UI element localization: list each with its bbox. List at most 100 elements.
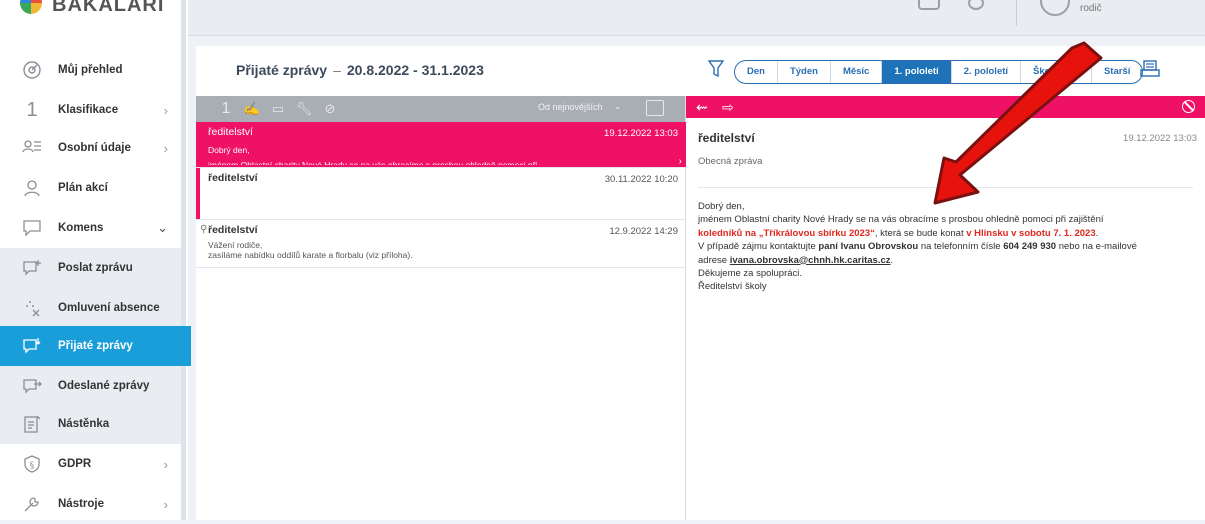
detail-date: 19.12.2022 13:03: [1123, 133, 1197, 144]
sidebar-item-odeslane-zpravy[interactable]: Odeslané zprávy: [0, 366, 186, 406]
message-preview: Vážení rodiče, zasíláme nabídku oddílů k…: [208, 240, 413, 260]
events-plan-icon: [20, 177, 44, 199]
preview-line: Vážení rodiče,: [208, 240, 263, 250]
period-den[interactable]: Den: [735, 61, 778, 83]
block-icon[interactable]: [1182, 100, 1195, 113]
body-text: na telefonním čísle: [918, 241, 1004, 253]
body-text: V případě zájmu kontaktujte: [698, 241, 819, 253]
date-range: 20.8.2022 - 31.1.2023: [346, 62, 484, 78]
preview-line: zasíláme nabídku oddílů karate a florbal…: [208, 250, 413, 260]
chevron-right-icon: ›: [163, 456, 168, 472]
period-skolni-rok[interactable]: Školní rok: [1021, 61, 1092, 83]
settings-icon[interactable]: [968, 0, 984, 10]
message-detail-pane: ⇜ ⇨ ředitelství 19.12.2022 13:03 Obecná …: [686, 96, 1205, 520]
chevron-right-icon: ›: [678, 156, 682, 167]
sidebar-item-label: Poslat zprávu: [58, 262, 133, 274]
period-mesic[interactable]: Měsíc: [831, 61, 883, 83]
message-date: 19.12.2022 13:03: [604, 128, 678, 139]
message-preview: Dobrý den, jménem Oblastní charity Nové …: [208, 142, 537, 165]
body-line: jménem Oblastní charity Nové Hrady se na…: [698, 214, 1104, 226]
email-link[interactable]: ivana.obrovska@chnh.hk.caritas.cz: [730, 255, 891, 266]
sidebar-item-label: GDPR: [58, 458, 92, 470]
sidebar-item-poslat-zpravu[interactable]: Poslat zprávu: [0, 248, 186, 288]
forward-icon[interactable]: ⇨: [722, 99, 734, 116]
noticeboard-icon: [20, 413, 44, 435]
divider: [1016, 0, 1017, 26]
attachment-icon: ⚲: [200, 224, 208, 235]
comment-icon[interactable]: ▭: [270, 101, 286, 117]
period-starsi[interactable]: Starší: [1092, 61, 1142, 83]
period-1-pololeti[interactable]: 1. pololetí: [882, 61, 952, 83]
chevron-right-icon: ›: [163, 102, 168, 118]
messages-card: Přijaté zprávy –20.8.2022 - 31.1.2023 Den…: [196, 46, 1205, 520]
detail-sender: ředitelství: [698, 131, 755, 145]
period-selector: Den Týden Měsíc 1. pololetí 2. pololetí …: [734, 60, 1144, 84]
sidebar-item-label: Přijaté zprávy: [58, 340, 133, 352]
reply-icon[interactable]: ⇜: [696, 99, 708, 116]
preview-line: Dobrý den,: [208, 145, 250, 155]
detail-toolbar: ⇜ ⇨: [686, 96, 1205, 118]
sort-select[interactable]: Od nejnovějších: [538, 102, 603, 112]
highlight-text: v Hlinsku v sobotu 7. 1. 2023: [966, 227, 1096, 239]
period-tyden[interactable]: Týden: [778, 61, 831, 83]
filter-icon[interactable]: [708, 60, 724, 78]
priority-icon[interactable]: 1: [218, 100, 234, 117]
sidebar-item-label: Osobní údaje: [58, 142, 131, 154]
chevron-down-icon: ⌄: [157, 220, 168, 235]
sidebar-item-plan-akci[interactable]: Plán akcí: [0, 168, 186, 208]
sidebar-item-komens[interactable]: Komens ⌄: [0, 208, 186, 248]
brand-logo[interactable]: BAKALÁŘI: [0, 0, 188, 24]
dashboard-icon: [20, 59, 44, 81]
signature-icon[interactable]: ✍: [244, 101, 260, 117]
message-date: 12.9.2022 14:29: [609, 226, 678, 237]
highlight-text: koledníků na „Tříkrálovou sbírku 2023“: [698, 227, 875, 239]
body-text: .: [1095, 227, 1099, 239]
sidebar-item-klasifikace[interactable]: 1 Klasifikace ›: [0, 90, 186, 130]
message-body: Dobrý den, jménem Oblastní charity Nové …: [698, 200, 1198, 294]
received-messages-icon: [20, 335, 44, 357]
avatar[interactable]: [1040, 0, 1070, 16]
page-title: Přijaté zprávy –20.8.2022 - 31.1.2023: [236, 62, 484, 78]
period-2-pololeti[interactable]: 2. pololetí: [952, 61, 1022, 83]
contact-name: paní Ivanu Obrovskou: [818, 241, 919, 253]
absence-excuse-icon: [20, 297, 44, 319]
chevron-down-icon[interactable]: ⌄: [614, 101, 622, 112]
print-icon[interactable]: [1140, 60, 1160, 78]
sidebar-item-osobni-udaje[interactable]: Osobní údaje ›: [0, 128, 186, 168]
sidebar-item-prijate-zpravy[interactable]: Přijaté zprávy: [0, 326, 191, 366]
body-line: Děkujeme za spolupráci.: [698, 268, 803, 280]
sidebar-item-label: Nástěnka: [58, 418, 110, 430]
sidebar-item-label: Plán akcí: [58, 182, 108, 194]
sent-messages-icon: [20, 375, 44, 397]
gdpr-icon: §: [20, 453, 44, 475]
message-date: 30.11.2022 10:20: [604, 174, 678, 185]
komens-icon: [20, 217, 44, 239]
body-line: koledníků na „Tříkrálovou sbírku 2023“, …: [698, 227, 1198, 240]
sidebar-item-nastroje[interactable]: Nástroje ›: [0, 484, 186, 524]
body-line: adrese ivana.obrovska@chnh.hk.caritas.cz…: [698, 254, 1198, 267]
send-message-icon: [20, 257, 44, 279]
list-toolbar: 1 ✍ ▭ 🔧︎ ⊘ Od nejnovějších ⌄: [196, 96, 685, 122]
sidebar-item-omluveni-absence[interactable]: Omluvení absence: [0, 288, 186, 328]
sidebar-item-gdpr[interactable]: § GDPR ›: [0, 444, 186, 484]
sidebar-item-label: Klasifikace: [58, 104, 119, 116]
tools-icon: [20, 493, 44, 515]
body-line: Dobrý den,: [698, 201, 745, 212]
sidebar-item-nastenka[interactable]: Nástěnka: [0, 404, 186, 444]
mark-read-icon[interactable]: [646, 100, 664, 116]
message-list-pane: 1 ✍ ▭ 🔧︎ ⊘ Od nejnovějších ⌄ ředitelství…: [196, 96, 686, 520]
user-role: rodič: [1080, 3, 1102, 14]
card-header: Přijaté zprávy –20.8.2022 - 31.1.2023 Den…: [196, 46, 1205, 94]
messages-icon[interactable]: [918, 0, 940, 10]
message-sender: ředitelství: [208, 172, 258, 184]
list-item[interactable]: ředitelství 19.12.2022 13:03 Dobrý den, …: [196, 122, 686, 168]
list-item[interactable]: ředitelství 30.11.2022 10:20: [196, 168, 686, 220]
wrench-icon[interactable]: 🔧︎: [296, 101, 313, 117]
sidebar-item-muj-prehled[interactable]: Můj přehled: [0, 50, 186, 90]
list-item[interactable]: ⚲ ředitelství 12.9.2022 14:29 Vážení rod…: [196, 220, 686, 268]
block-icon[interactable]: ⊘: [322, 101, 338, 117]
body-text: , která se bude konat: [874, 227, 967, 239]
svg-text:§: §: [30, 461, 35, 471]
sidebar-item-label: Můj přehled: [58, 64, 123, 76]
divider: [698, 187, 1193, 188]
